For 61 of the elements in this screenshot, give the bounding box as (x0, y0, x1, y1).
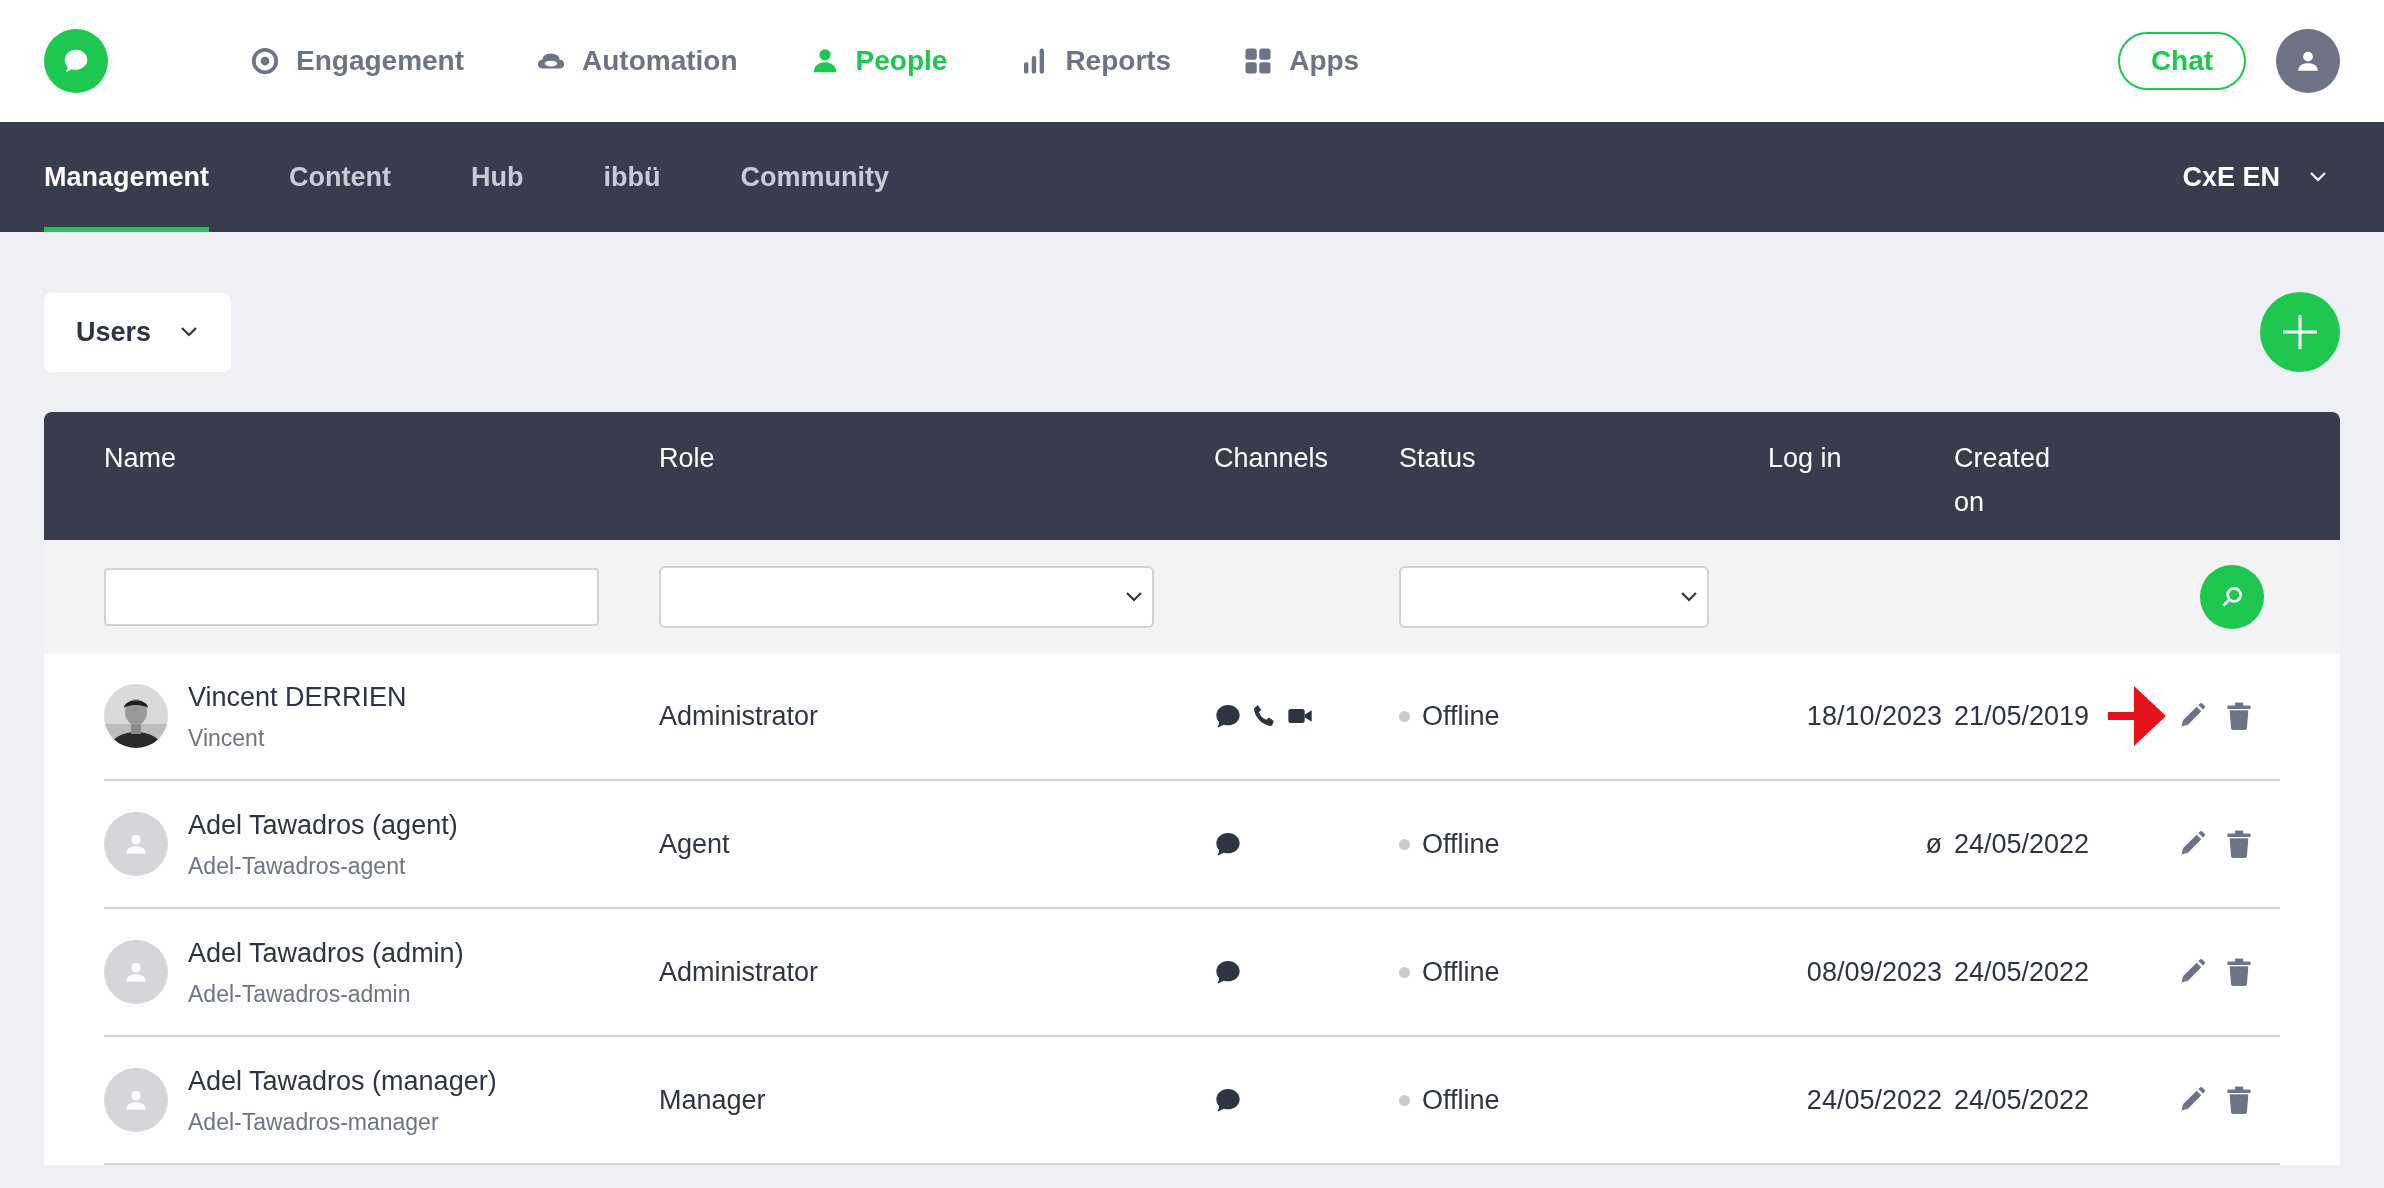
trash-icon (2226, 958, 2252, 986)
login-date: 08/09/2023 (1805, 955, 1943, 989)
users-dropdown[interactable]: Users (44, 292, 231, 372)
user-name: Adel Tawadros (manager) (188, 1064, 497, 1098)
status-text: Offline (1422, 1083, 1500, 1117)
status-text: Offline (1422, 955, 1500, 989)
nav-item[interactable]: Engagement (250, 40, 465, 82)
nav-item[interactable]: Automation (536, 40, 738, 82)
trash-icon (2226, 702, 2252, 730)
user-name: Adel Tawadros (agent) (188, 808, 458, 842)
column-header: Log in (1768, 442, 1843, 475)
role-cell-text: Administrator (659, 699, 820, 733)
delete-button[interactable] (2226, 1086, 2252, 1114)
tab[interactable]: ibbü (603, 122, 661, 232)
chevron-down-icon (2308, 171, 2328, 183)
tab[interactable]: Content (289, 122, 392, 232)
tab[interactable]: Community (740, 122, 889, 232)
chevron-down-icon (179, 326, 200, 338)
delete-button[interactable] (2226, 830, 2252, 858)
role-cell-text: Administrator (659, 955, 820, 989)
speech-bubble-icon (1214, 1086, 1242, 1114)
name-filter-field[interactable] (104, 567, 599, 626)
speech-bubble-icon (1214, 958, 1242, 986)
role-cell-text: Manager (659, 1083, 767, 1117)
grid-icon (1243, 46, 1274, 76)
login-date: ø (1924, 827, 1943, 861)
workspace-select[interactable]: CxE EN (2182, 122, 2340, 232)
speech-bubble-icon (1214, 702, 1242, 730)
column-header: Channels (1214, 442, 1330, 475)
column-header: Name (104, 442, 178, 475)
plus-icon (2280, 312, 2320, 352)
column-header: Role (659, 442, 716, 475)
trash-icon (2226, 1086, 2252, 1114)
username: Adel-Tawadros-manager (188, 1108, 440, 1137)
column-header: Created on (1954, 442, 2052, 519)
user-name: Vincent DERRIEN (188, 680, 407, 714)
chevron-down-icon (1679, 590, 1699, 603)
username: Adel-Tawadros-admin (188, 980, 412, 1009)
username: Vincent (188, 724, 266, 753)
tab[interactable]: Hub (471, 122, 524, 232)
created-date: 24/05/2022 (1954, 827, 2091, 861)
delete-button[interactable] (2226, 958, 2252, 986)
role-cell-text: Agent (659, 827, 731, 861)
target-icon (250, 46, 280, 76)
created-date: 24/05/2022 (1954, 955, 2091, 989)
nav-item[interactable]: Apps (1243, 40, 1360, 82)
chevron-down-icon (1124, 590, 1144, 603)
created-date: 24/05/2022 (1954, 1083, 2091, 1117)
created-date: 21/05/2019 (1954, 699, 2091, 733)
login-date: 18/10/2023 (1805, 699, 1943, 733)
username: Adel-Tawadros-agent (188, 852, 407, 881)
nav-item[interactable]: Reports (1019, 40, 1172, 82)
speech-bubble-icon (1214, 830, 1242, 858)
status-text: Offline (1422, 699, 1500, 733)
tab[interactable]: Management (44, 122, 210, 232)
column-header: Status (1399, 442, 1477, 475)
status-text: Offline (1422, 827, 1500, 861)
delete-button[interactable] (2226, 702, 2252, 730)
user-name: Adel Tawadros (admin) (188, 936, 464, 970)
trash-icon (2226, 830, 2252, 858)
login-date: 24/05/2022 (1805, 1083, 1943, 1117)
